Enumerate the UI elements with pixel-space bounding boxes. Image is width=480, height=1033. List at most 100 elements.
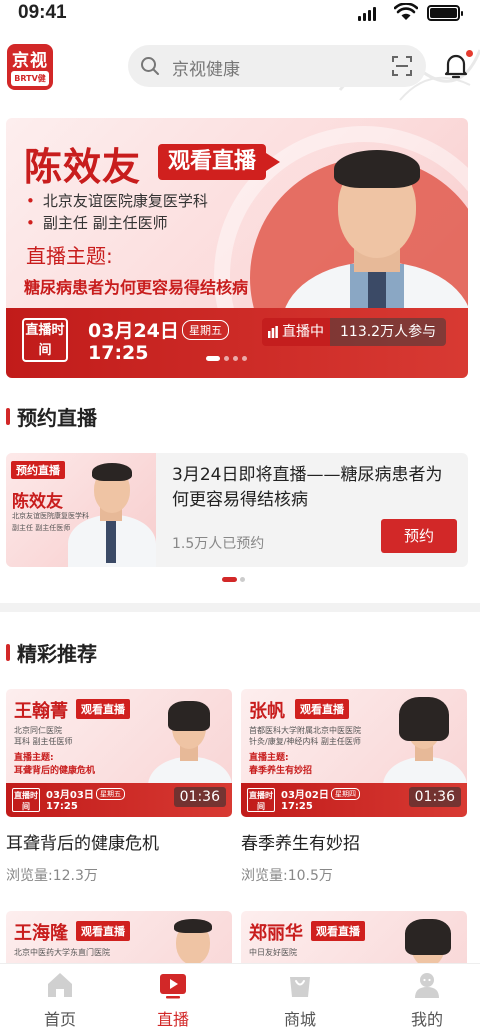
- booking-doctor-name: 陈效友: [12, 492, 63, 512]
- video-duration: 01:36: [408, 787, 461, 807]
- card-live-tag: 观看直播: [76, 699, 130, 719]
- bottom-tab-bar: 首页 直播 商城 我的: [0, 963, 480, 1033]
- banner-weekday: 星期五: [182, 320, 229, 340]
- card-topic: 耳聋背后的健康危机: [14, 766, 96, 776]
- live-status-text: 直播中: [282, 324, 324, 340]
- card-doctor-name: 王海隆: [14, 923, 68, 944]
- status-bar: 09:41: [0, 0, 480, 30]
- card-hospital: 中日友好医院: [249, 948, 297, 957]
- video-card[interactable]: 郑丽华 观看直播 中日友好医院: [241, 911, 467, 963]
- banner-live-tag: 观看直播: [158, 144, 281, 180]
- booking-doctor-title: 副主任 副主任医师: [12, 524, 71, 532]
- video-card[interactable]: 王翰菁 观看直播 北京同仁医院 耳科 副主任医师 直播主题: 耳聋背后的健康危机…: [6, 689, 232, 889]
- participants-count: 113.2万人参与: [330, 318, 447, 346]
- card-doctor-name: 郑丽华: [249, 923, 303, 944]
- card-doctor-photo: [391, 917, 461, 963]
- tab-label: 我的: [410, 1010, 443, 1029]
- booking-tag: 预约直播: [11, 461, 65, 479]
- card-live-tag: 观看直播: [295, 699, 349, 719]
- live-play-icon: [160, 974, 186, 999]
- card-date: 03月02日: [281, 790, 329, 801]
- booking-title: 3月24日即将直播——糖尿病患者为何更容易得结核病: [172, 465, 443, 510]
- booking-thumbnail: 预约直播 陈效友 北京友谊医院康复医学科 副主任 副主任医师: [6, 453, 156, 567]
- scan-icon[interactable]: [392, 56, 412, 76]
- card-live-tag: 观看直播: [76, 921, 130, 941]
- card-doctor-name: 张帆: [249, 701, 285, 722]
- tab-label: 商城: [283, 1010, 316, 1029]
- search-placeholder: 京视健康: [172, 60, 240, 80]
- logo-subtext: BRTV健康: [11, 71, 49, 90]
- live-bars-icon: [268, 326, 278, 338]
- tab-profile[interactable]: 我的: [367, 964, 480, 1033]
- card-time: 17:25: [46, 801, 78, 812]
- video-duration: 01:36: [173, 787, 226, 807]
- top-header: 京视 BRTV健康 京视健康: [0, 30, 480, 108]
- card-topic-label: 直播主题:: [249, 753, 289, 763]
- video-title: 春季养生有妙招: [241, 834, 360, 854]
- video-title: 耳聋背后的健康危机: [6, 834, 159, 854]
- banner-doctor-name: 陈效友: [24, 145, 142, 189]
- card-time-label: 直播时间: [12, 788, 40, 812]
- live-banner[interactable]: 陈效友 观看直播 北京友谊医院康复医学科 副主任 副主任医师 直播主题: 糖尿病…: [6, 118, 468, 378]
- banner-topic-label: 直播主题:: [26, 244, 113, 268]
- banner-bullet-hospital: 北京友谊医院康复医学科: [26, 190, 208, 211]
- status-time: 09:41: [18, 2, 67, 23]
- app-screen: 09:41 京视 BRTV健康 京视健康: [0, 0, 480, 1033]
- shopping-bag-icon: [290, 977, 310, 997]
- notification-button[interactable]: [443, 50, 473, 84]
- card-hospital: 北京中医药大学东直门医院: [14, 948, 110, 957]
- video-thumbnail: 张帆 观看直播 首都医科大学附属北京中医医院 针灸/康复/神经内科 副主任医师 …: [241, 689, 467, 817]
- booking-doctor-hospital: 北京友谊医院康复医学科: [12, 512, 89, 520]
- banner-date: 03月24日: [88, 320, 179, 342]
- card-weekday: 星期五: [96, 788, 125, 800]
- banner-pagination: [206, 356, 247, 361]
- reserve-button[interactable]: 预约: [381, 519, 457, 553]
- card-time: 17:25: [281, 801, 313, 812]
- app-logo[interactable]: 京视 BRTV健康: [7, 44, 53, 90]
- card-doctor-title: 耳科 副主任医师: [14, 737, 73, 746]
- bell-icon: [444, 54, 468, 79]
- video-thumbnail: 王海隆 观看直播 北京中医药大学东直门医院: [6, 911, 232, 963]
- card-topic: 春季养生有妙招: [249, 766, 313, 776]
- tab-mall[interactable]: 商城: [240, 964, 360, 1033]
- video-views: 浏览量:10.5万: [241, 868, 333, 884]
- video-card[interactable]: 王海隆 观看直播 北京中医药大学东直门医院: [6, 911, 232, 963]
- card-topic-label: 直播主题:: [14, 753, 54, 763]
- tab-live[interactable]: 直播: [113, 964, 233, 1033]
- tab-home[interactable]: 首页: [0, 964, 120, 1033]
- video-views: 浏览量:12.3万: [6, 868, 98, 884]
- search-bar[interactable]: 京视健康: [128, 45, 426, 87]
- section-title: 预约直播: [17, 406, 97, 430]
- home-icon: [48, 973, 72, 997]
- logo-text: 京视: [12, 51, 48, 71]
- section-title: 精彩推荐: [17, 642, 97, 666]
- card-date: 03月03日: [46, 790, 94, 801]
- battery-icon: [427, 5, 463, 21]
- live-status-badge: 直播中 113.2万人参与: [262, 318, 447, 346]
- card-time-label: 直播时间: [247, 788, 275, 812]
- card-weekday: 星期四: [331, 788, 360, 800]
- recommend-section-header: 精彩推荐: [0, 632, 480, 672]
- card-hospital: 北京同仁医院: [14, 726, 62, 735]
- wifi-icon: [394, 3, 418, 20]
- notification-dot: [466, 50, 473, 57]
- banner-topic: 糖尿病患者为何更容易得结核病: [24, 278, 249, 297]
- card-doctor-photo: [156, 917, 226, 963]
- card-doctor-name: 王翰菁: [14, 701, 68, 722]
- banner-time: 17:25: [88, 342, 149, 364]
- booking-reserved-count: 1.5万人已预约: [172, 536, 265, 552]
- booking-card[interactable]: 预约直播 陈效友 北京友谊医院康复医学科 副主任 副主任医师 3月24日即将直播…: [6, 453, 468, 567]
- booking-pagination: [222, 577, 245, 582]
- tab-label: 首页: [43, 1010, 76, 1029]
- signal-icon: [358, 6, 376, 21]
- tab-label: 直播: [156, 1010, 189, 1029]
- card-hospital: 首都医科大学附属北京中医医院: [249, 726, 361, 735]
- user-icon: [415, 973, 439, 998]
- video-thumbnail: 郑丽华 观看直播 中日友好医院: [241, 911, 467, 963]
- search-icon: [141, 57, 159, 75]
- card-live-tag: 观看直播: [311, 921, 365, 941]
- card-doctor-title: 针灸/康复/神经内科 副主任医师: [249, 737, 361, 746]
- section-divider: [0, 603, 480, 612]
- booking-section-header: 预约直播: [0, 396, 480, 436]
- video-card[interactable]: 张帆 观看直播 首都医科大学附属北京中医医院 针灸/康复/神经内科 副主任医师 …: [241, 689, 467, 889]
